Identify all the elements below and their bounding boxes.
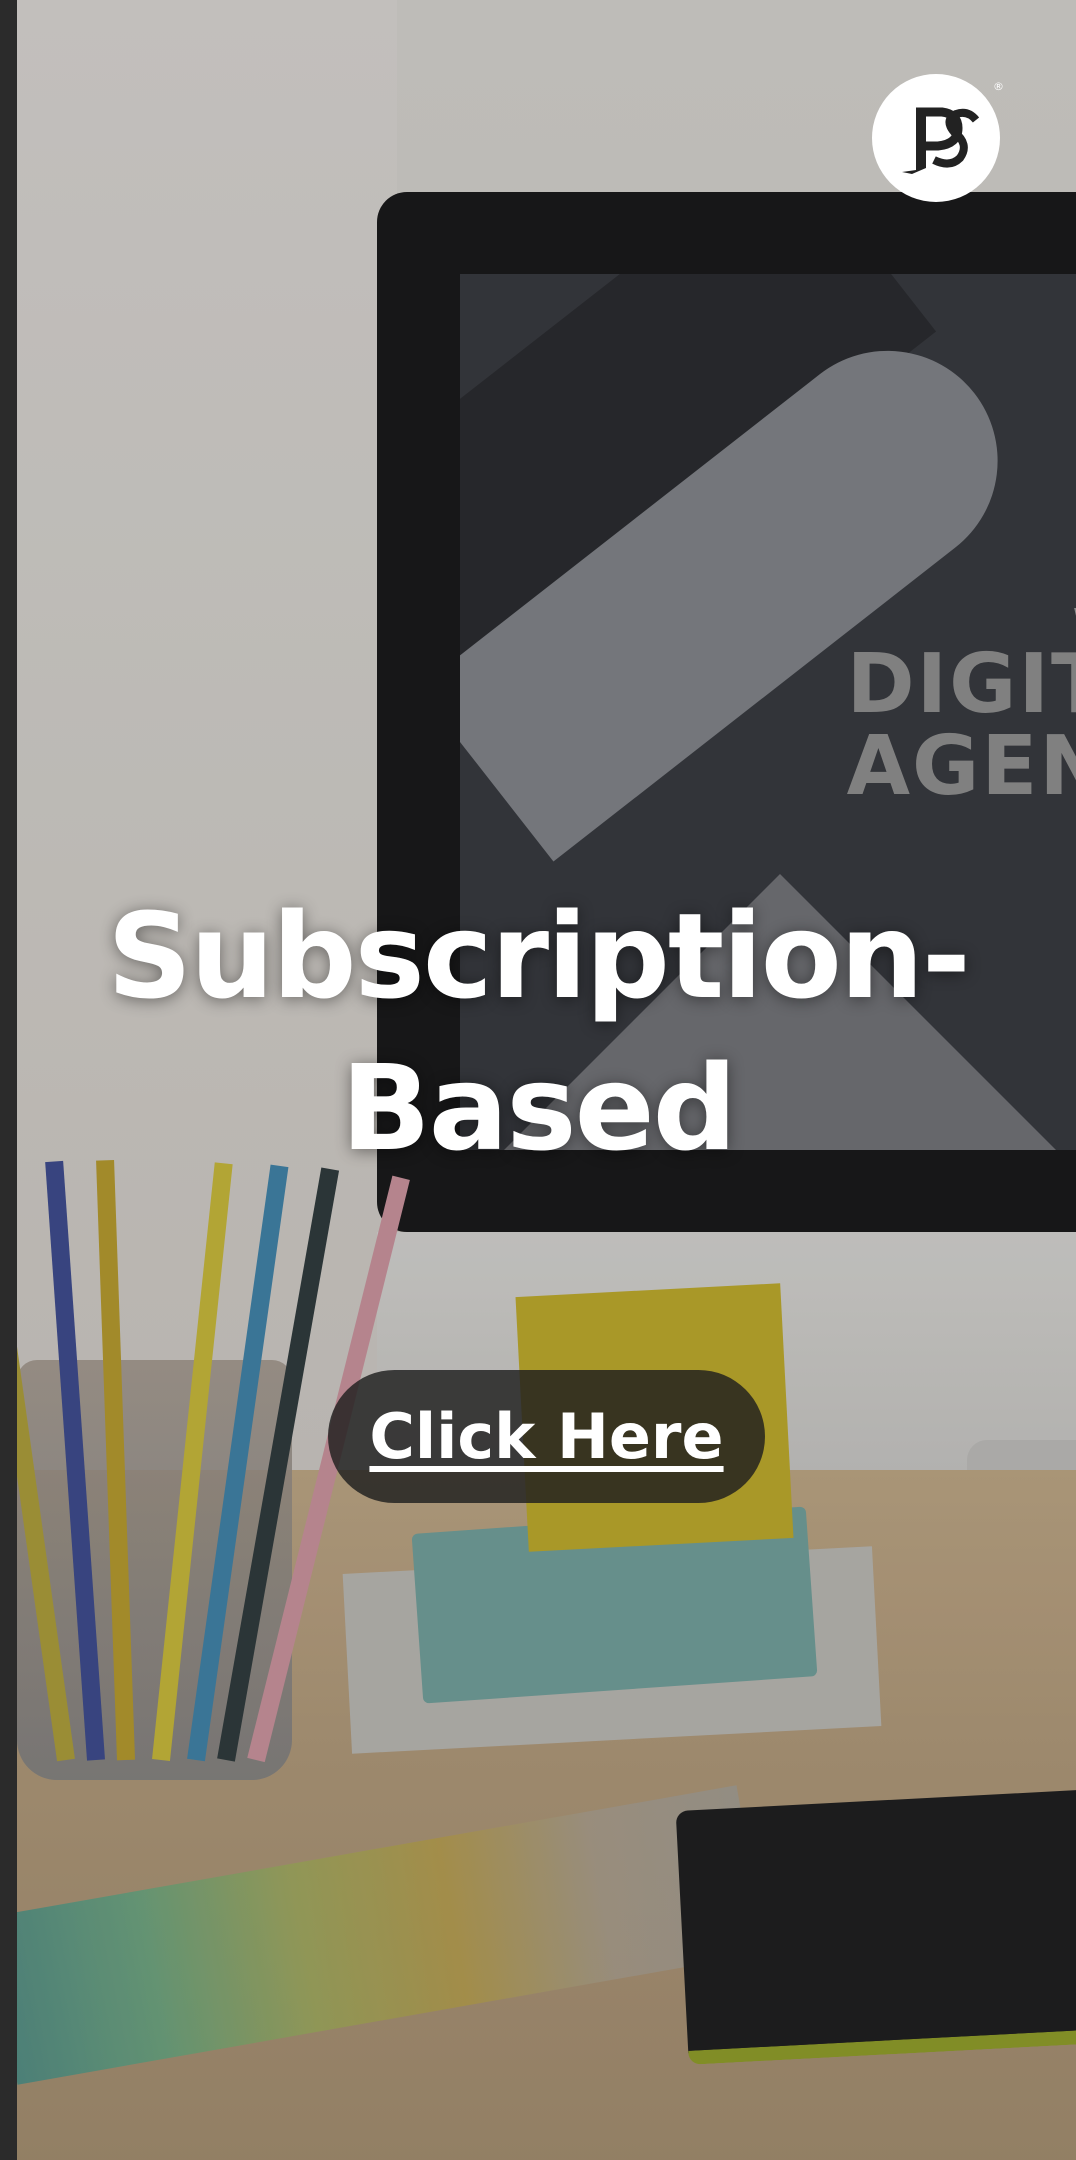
ps-logo-icon [902, 107, 980, 174]
headline-line-2: Based [340, 1039, 737, 1177]
click-here-button[interactable]: Click Here [328, 1370, 765, 1503]
registered-mark: ® [993, 80, 1004, 93]
headline-line-1: Subscription- [107, 887, 971, 1025]
brand-logo[interactable]: ® [872, 74, 1004, 202]
hero-headline: Subscription- Based [0, 880, 1076, 1184]
